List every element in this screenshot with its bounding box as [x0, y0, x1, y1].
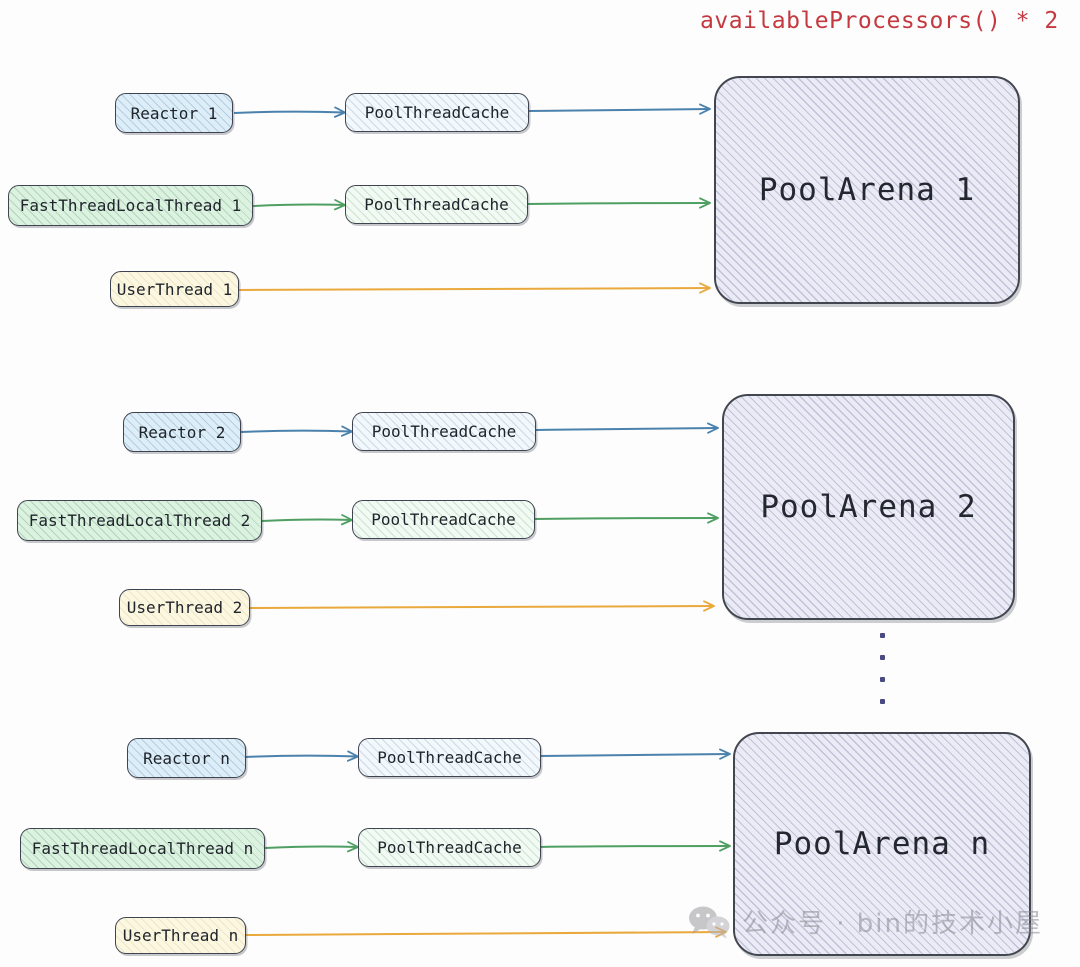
- node-label: UserThread 2: [126, 598, 243, 617]
- ellipsis-dot: [880, 633, 885, 638]
- fastthreadlocalthread-node-1[interactable]: FastThreadLocalThread 1: [8, 185, 253, 226]
- reactor-node-1[interactable]: Reactor 1: [115, 93, 233, 133]
- arrow-cache-to-arena-fast-1: [527, 203, 710, 204]
- node-label: FastThreadLocalThread n: [31, 839, 254, 858]
- userthread-node-1[interactable]: UserThread 1: [110, 271, 239, 307]
- poolarena-box-2[interactable]: PoolArena 2: [722, 394, 1015, 620]
- arrow-cache-to-arena-n: [539, 754, 730, 756]
- arrow-userthread-to-arena-2: [249, 606, 714, 608]
- node-label: PoolThreadCache: [364, 103, 510, 122]
- arrow-userthread-to-arena-n: [245, 932, 726, 935]
- node-label: UserThread n: [122, 926, 239, 945]
- poolthreadcache-node-n-reactor[interactable]: PoolThreadCache: [358, 738, 541, 777]
- node-label: Reactor 1: [130, 103, 218, 123]
- fastthreadlocalthread-node-2[interactable]: FastThreadLocalThread 2: [17, 500, 262, 541]
- poolthreadcache-node-1-reactor[interactable]: PoolThreadCache: [345, 93, 529, 132]
- node-label: FastThreadLocalThread 1: [19, 196, 242, 215]
- poolthreadcache-node-1-fastthread[interactable]: PoolThreadCache: [345, 185, 528, 224]
- arena-label: PoolArena 1: [758, 172, 976, 208]
- node-label: PoolThreadCache: [371, 510, 516, 529]
- arrow-fastthread-to-cache-2: [261, 519, 352, 521]
- watermark-text: 公众号 · bin的技术小屋: [742, 909, 1044, 939]
- node-label: Reactor n: [143, 748, 230, 768]
- node-label: PoolThreadCache: [371, 422, 517, 441]
- arrow-cache-to-arena-fast-2: [533, 518, 718, 519]
- node-label: PoolThreadCache: [377, 838, 522, 857]
- arrow-cache-to-arena-2: [535, 428, 718, 430]
- arrow-cache-to-arena-1: [528, 109, 710, 111]
- reactor-node-2[interactable]: Reactor 2: [123, 412, 241, 452]
- ellipsis-dot: [880, 655, 885, 660]
- page-title: availableProcessors() * 2: [700, 8, 1059, 34]
- userthread-node-n[interactable]: UserThread n: [115, 917, 246, 954]
- userthread-node-2[interactable]: UserThread 2: [119, 589, 250, 626]
- poolthreadcache-node-n-fastthread[interactable]: PoolThreadCache: [358, 828, 541, 867]
- ellipsis-dot: [880, 699, 885, 704]
- arrow-reactor-to-cache-n: [245, 756, 358, 757]
- node-label: PoolThreadCache: [364, 195, 509, 214]
- arrow-cache-to-arena-fast-n: [538, 846, 730, 847]
- node-label: UserThread 1: [116, 279, 233, 299]
- poolthreadcache-node-2-reactor[interactable]: PoolThreadCache: [352, 412, 536, 451]
- arrow-fastthread-to-cache-n: [264, 846, 358, 848]
- arena-label: PoolArena n: [773, 826, 991, 862]
- arrow-fastthread-to-cache-1: [252, 204, 345, 206]
- watermark: 公众号 · bin的技术小屋: [688, 903, 1043, 940]
- poolthreadcache-node-2-fastthread[interactable]: PoolThreadCache: [352, 500, 535, 539]
- arrow-userthread-to-arena-1: [238, 288, 710, 290]
- arrow-reactor-to-cache-2: [240, 431, 352, 432]
- poolarena-box-1[interactable]: PoolArena 1: [714, 76, 1020, 304]
- vertical-ellipsis: [880, 633, 885, 721]
- node-label: Reactor 2: [138, 422, 226, 442]
- node-label: PoolThreadCache: [377, 748, 522, 767]
- arena-label: PoolArena 2: [760, 489, 977, 525]
- fastthreadlocalthread-node-n[interactable]: FastThreadLocalThread n: [20, 828, 265, 869]
- ellipsis-dot: [880, 677, 885, 682]
- node-label: FastThreadLocalThread 2: [28, 511, 251, 530]
- wechat-icon: [689, 906, 730, 938]
- arrow-reactor-to-cache-1: [233, 112, 345, 113]
- reactor-node-n[interactable]: Reactor n: [127, 738, 246, 778]
